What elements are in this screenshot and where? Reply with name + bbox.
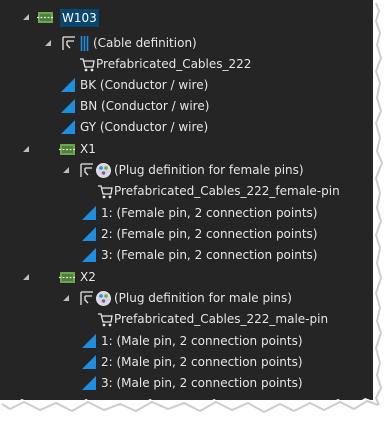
tree-row-label: BN (Conductor / wire) xyxy=(80,99,210,113)
tree-row[interactable]: (Plug definition for female pins) xyxy=(0,160,373,181)
multi-wire-icon xyxy=(80,36,89,51)
tree-row[interactable]: BN (Conductor / wire) xyxy=(0,96,373,117)
pin-triangle-icon xyxy=(82,227,96,241)
tree-row[interactable]: 3: (Male pin, 2 connection points) xyxy=(0,373,373,394)
pin-triangle-icon xyxy=(82,355,96,369)
tree-row-label: 1: (Male pin, 2 connection points) xyxy=(101,334,303,348)
tree-row[interactable]: X1 xyxy=(0,139,373,160)
plug-definition-icon xyxy=(80,291,93,305)
tree-row[interactable]: 2: (Male pin, 2 connection points) xyxy=(0,352,373,373)
tree-row[interactable]: Prefabricated_Cables_222_male-pin xyxy=(0,309,373,330)
tree-row[interactable]: 1: (Male pin, 2 connection points) xyxy=(0,331,373,352)
tree-row-label: X2 xyxy=(80,270,96,284)
tree-row-label: (Plug definition for male pins) xyxy=(114,291,292,305)
expander-arrow-icon[interactable] xyxy=(44,39,52,47)
tree-panel: W103 (Cable definition) Prefabricated_Cabl… xyxy=(0,0,373,400)
tree-row-label: Prefabricated_Cables_222_male-pin xyxy=(114,312,329,326)
cable-definition-icon xyxy=(62,36,75,50)
tree-row-label: W103 xyxy=(60,9,99,27)
shopping-cart-icon xyxy=(98,313,113,327)
pin-triangle-icon xyxy=(82,248,96,262)
shopping-cart-icon xyxy=(98,185,113,199)
expander-arrow-icon[interactable] xyxy=(62,166,70,174)
connector-icon xyxy=(59,272,76,283)
wire-triangle-icon xyxy=(61,78,75,92)
tree-row-label: 3: (Male pin, 2 connection points) xyxy=(101,376,303,390)
tree-row-label: Prefabricated_Cables_222_female-pin xyxy=(114,184,340,198)
tree-row[interactable]: (Cable definition) xyxy=(0,33,373,54)
tree-row[interactable]: (Plug definition for male pins) xyxy=(0,288,373,309)
pin-triangle-icon xyxy=(82,334,96,348)
tree-row-label: GY (Conductor / wire) xyxy=(80,120,209,134)
tree-row-label: BK (Conductor / wire) xyxy=(80,78,209,92)
tree-row-label: 1: (Female pin, 2 connection points) xyxy=(101,206,318,220)
tree-row[interactable]: X2 xyxy=(0,267,373,288)
plug-pins-icon xyxy=(96,291,111,306)
tree-row-label: 3: (Female pin, 2 connection points) xyxy=(101,248,318,262)
wire-triangle-icon xyxy=(61,120,75,134)
tree-row-label: Prefabricated_Cables_222 xyxy=(96,57,252,71)
tree-row[interactable]: GY (Conductor / wire) xyxy=(0,117,373,138)
tree-row[interactable]: 1: (Female pin, 2 connection points) xyxy=(0,203,373,224)
shopping-cart-icon xyxy=(80,58,95,72)
expander-arrow-icon[interactable] xyxy=(22,145,30,153)
tree-row-label: 2: (Female pin, 2 connection points) xyxy=(101,227,318,241)
tree-row[interactable]: W103 xyxy=(0,7,373,28)
tree-row[interactable]: Prefabricated_Cables_222 xyxy=(0,54,373,75)
pin-triangle-icon xyxy=(82,206,96,220)
tree-row[interactable]: Prefabricated_Cables_222_female-pin xyxy=(0,181,373,202)
tree-row-label: (Cable definition) xyxy=(93,36,197,50)
wire-triangle-icon xyxy=(61,99,75,113)
plug-pins-icon xyxy=(96,163,111,178)
plug-definition-icon xyxy=(80,163,93,177)
expander-arrow-icon[interactable] xyxy=(22,273,30,281)
tree-row[interactable]: 2: (Female pin, 2 connection points) xyxy=(0,224,373,245)
pin-triangle-icon xyxy=(82,376,96,390)
tree-row-label: X1 xyxy=(80,142,96,156)
tree-row[interactable]: 3: (Female pin, 2 connection points) xyxy=(0,245,373,266)
tree-row[interactable]: BK (Conductor / wire) xyxy=(0,75,373,96)
connector-icon xyxy=(59,144,76,155)
expander-arrow-icon[interactable] xyxy=(22,13,30,21)
expander-arrow-icon[interactable] xyxy=(62,294,70,302)
tree-row-label: (Plug definition for female pins) xyxy=(114,163,304,177)
cable-icon xyxy=(37,12,54,23)
tree-row-label: 2: (Male pin, 2 connection points) xyxy=(101,355,303,369)
